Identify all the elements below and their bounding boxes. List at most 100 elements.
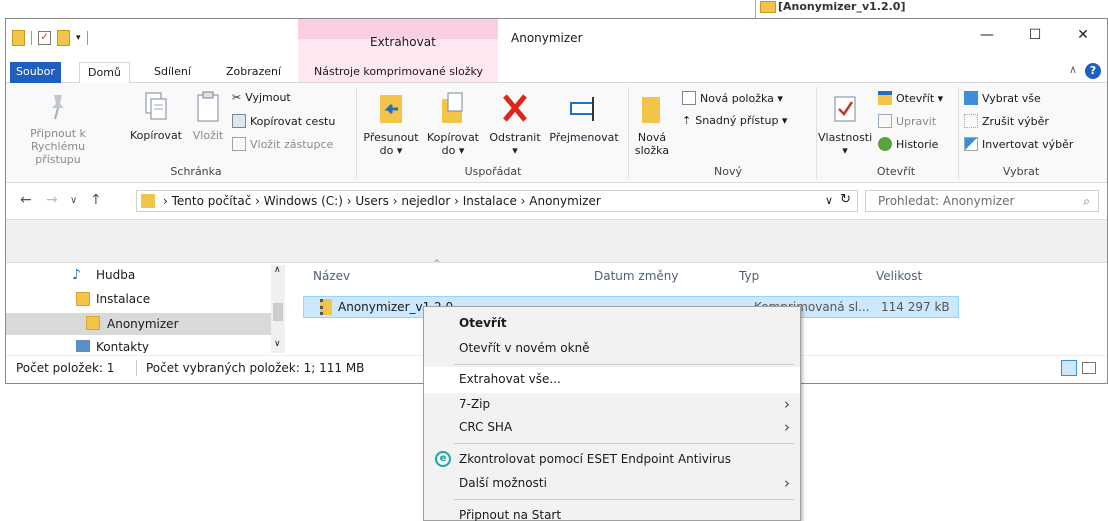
copy-to-button[interactable]: Kopírovat do ▾ [424, 91, 482, 157]
new-folder-icon [642, 97, 660, 123]
recent-locations-icon[interactable]: ∨ [70, 195, 77, 206]
submenu-arrow-icon: › [784, 395, 790, 413]
scrollbar-thumb[interactable] [273, 303, 283, 321]
easy-access-icon: ⇡ [682, 114, 692, 127]
tab-file[interactable]: Soubor [10, 62, 61, 83]
new-folder-icon[interactable] [57, 30, 70, 46]
open-icon [878, 91, 892, 105]
nav-item-anonymizer[interactable]: Anonymizer [6, 313, 271, 335]
contextual-tab-extract[interactable]: Extrahovat [370, 35, 436, 49]
close-button[interactable]: ✕ [1060, 27, 1106, 47]
selection-info: Počet vybraných položek: 1; 111 MB [146, 361, 365, 375]
scroll-down-icon[interactable]: ∨ [274, 339, 281, 349]
select-none-button[interactable]: Zrušit výběr [964, 114, 1049, 128]
folder-icon [12, 30, 25, 46]
rename-icon [570, 97, 594, 121]
search-input[interactable]: Prohledat: Anonymizer ⌕ [865, 190, 1099, 212]
folder-icon [760, 1, 776, 13]
column-header-date[interactable]: Datum změny [594, 269, 679, 283]
folder-icon [141, 194, 155, 208]
folder-icon [86, 316, 100, 330]
copy-to-icon [442, 92, 463, 123]
address-bar[interactable]: › Tento počítač › Windows (C:) › Users ›… [136, 190, 858, 212]
tab-view[interactable]: Zobrazení [218, 62, 289, 83]
submenu-arrow-icon: › [784, 418, 790, 436]
maximize-button[interactable]: ☐ [1012, 27, 1058, 47]
item-count: Počet položek: 1 [16, 361, 115, 375]
navigation-pane: ♪ Hudba Instalace Anonymizer Kontakty ∧ … [6, 263, 286, 355]
scissors-icon: ✂ [232, 91, 242, 104]
music-icon: ♪ [72, 267, 81, 283]
column-header-size[interactable]: Velikost [876, 269, 922, 283]
select-all-icon [964, 91, 978, 105]
scroll-up-icon[interactable]: ∧ [274, 265, 281, 275]
contacts-icon [76, 340, 90, 352]
select-all-button[interactable]: Vybrat vše [964, 91, 1041, 105]
column-header-type[interactable]: Typ [739, 269, 759, 283]
nav-scrollbar[interactable]: ∧ ∨ [271, 265, 285, 353]
easy-access-button[interactable]: ⇡ Snadný přístup ▾ [682, 114, 787, 127]
copy-button[interactable]: Kopírovat [128, 91, 184, 142]
background-window-title: [Anonymizer_v1.2.0] [755, 0, 1108, 18]
toolbar-band [6, 219, 1107, 263]
column-header-name[interactable]: Název [313, 269, 350, 283]
new-item-button[interactable]: Nová položka ▾ [682, 91, 783, 105]
cut-button[interactable]: ✂ Vyjmout [232, 91, 291, 104]
edit-button[interactable]: Upravit [878, 114, 936, 128]
eset-icon: e [435, 451, 451, 467]
zip-folder-icon [320, 299, 332, 315]
large-icons-view-icon[interactable] [1082, 362, 1096, 374]
menu-item-more-options[interactable]: Další možnosti › [424, 471, 800, 497]
properties-button[interactable]: Vlastnosti ▾ [818, 91, 872, 157]
menu-item-crc-sha[interactable]: CRC SHA › [424, 415, 800, 441]
paste-icon [197, 91, 219, 122]
menu-item-eset-scan[interactable]: e Zkontrolovat pomocí ESET Endpoint Anti… [424, 447, 800, 473]
quick-access-toolbar: ✓ ▾ [12, 30, 88, 46]
move-to-icon [380, 95, 402, 123]
history-icon [878, 137, 892, 151]
minimize-button[interactable]: — [964, 27, 1010, 47]
rename-button[interactable]: Přejmenovat [546, 91, 622, 144]
collapse-ribbon-icon[interactable]: ∧ [1069, 63, 1077, 76]
details-view-icon[interactable] [1061, 360, 1077, 376]
tab-compressed-tools[interactable]: Nástroje komprimované složky [306, 62, 491, 83]
tab-home[interactable]: Domů [79, 62, 130, 83]
paste-shortcut-icon [232, 137, 246, 151]
help-icon[interactable]: ? [1085, 63, 1101, 79]
delete-button[interactable]: Odstranit ▾ [484, 91, 546, 157]
menu-item-open[interactable]: Otevřít [424, 311, 800, 337]
pin-icon [52, 95, 64, 120]
context-menu: Otevřít Otevřít v novém okně Extrahovat … [423, 306, 801, 521]
properties-check-icon [834, 96, 856, 122]
pin-quick-access-button[interactable]: Připnout k Rychlému přístupu [12, 91, 104, 166]
nav-item-contacts[interactable]: Kontakty [6, 337, 271, 353]
address-row: ← → ∨ ↑ › Tento počítač › Windows (C:) ›… [6, 183, 1107, 219]
menu-item-pin-start[interactable]: Připnout na Start [424, 503, 800, 521]
customize-toolbar-dropdown[interactable]: ▾ [76, 33, 81, 43]
menu-item-extract-all[interactable]: Extrahovat vše... [424, 367, 800, 393]
tab-share[interactable]: Sdílení [146, 62, 199, 83]
nav-item-instalace[interactable]: Instalace [6, 289, 271, 311]
nav-item-music[interactable]: ♪ Hudba [6, 265, 271, 287]
invert-selection-button[interactable]: Invertovat výběr [964, 137, 1073, 151]
new-folder-button[interactable]: Nová složka [632, 91, 672, 157]
search-icon: ⌕ [1083, 194, 1090, 208]
ribbon-tabs: Soubor Domů Sdílení Zobrazení Nástroje k… [6, 59, 1107, 83]
properties-check-icon[interactable]: ✓ [38, 31, 51, 45]
copy-path-button[interactable]: Kopírovat cestu [232, 114, 335, 128]
screen: [Anonymizer_v1.2.0] ✓ ▾ Extrahovat Anony… [0, 0, 1108, 521]
history-button[interactable]: Historie [878, 137, 938, 151]
menu-item-open-new-window[interactable]: Otevřít v novém okně [424, 336, 800, 362]
forward-arrow-icon[interactable]: → [46, 192, 58, 208]
up-arrow-icon[interactable]: ↑ [90, 192, 102, 208]
paste-shortcut-button[interactable]: Vložit zástupce [232, 137, 333, 151]
invert-selection-icon [964, 137, 978, 151]
back-arrow-icon[interactable]: ← [20, 192, 32, 208]
group-label-open: Otevřít [876, 165, 916, 178]
paste-button[interactable]: Vložit [188, 91, 228, 142]
group-label-organize: Uspořádat [464, 165, 522, 178]
move-to-button[interactable]: Přesunout do ▾ [358, 91, 424, 157]
address-dropdown-icon[interactable]: ∨ [825, 194, 833, 207]
open-button[interactable]: Otevřít ▾ [878, 91, 943, 105]
refresh-icon[interactable]: ↻ [840, 192, 851, 207]
